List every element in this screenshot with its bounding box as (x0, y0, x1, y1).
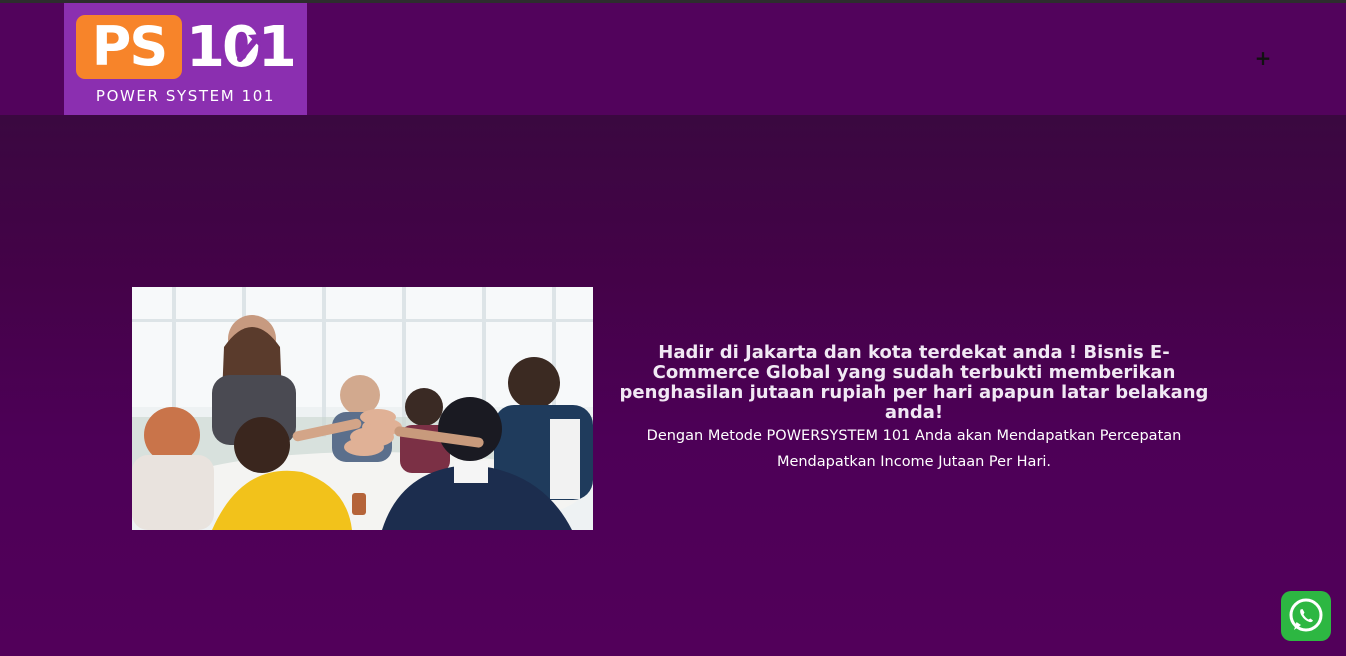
logo-ps-text: PS (91, 15, 168, 78)
hero-subtext: Dengan Metode POWERSYSTEM 101 Anda akan … (646, 428, 1182, 470)
hero-section: Hadir di Jakarta dan kota terdekat anda … (0, 115, 1346, 656)
logo-arrow-icon (237, 34, 261, 62)
whatsapp-chat-button[interactable] (1281, 591, 1331, 641)
team-photo-illustration (132, 287, 593, 530)
logo-caption: POWER SYSTEM 101 (95, 87, 276, 105)
team-high-five-photo (132, 287, 593, 530)
menu-toggle-plus-icon[interactable]: + (1252, 47, 1274, 69)
site-logo[interactable]: PS 101 POWER SYSTEM 101 (64, 3, 307, 115)
whatsapp-icon (1289, 598, 1323, 632)
hero-headline: Hadir di Jakarta dan kota terdekat anda … (619, 342, 1209, 423)
logo-ps-badge: PS (76, 15, 182, 79)
site-header: PS 101 POWER SYSTEM 101 + (0, 3, 1346, 115)
